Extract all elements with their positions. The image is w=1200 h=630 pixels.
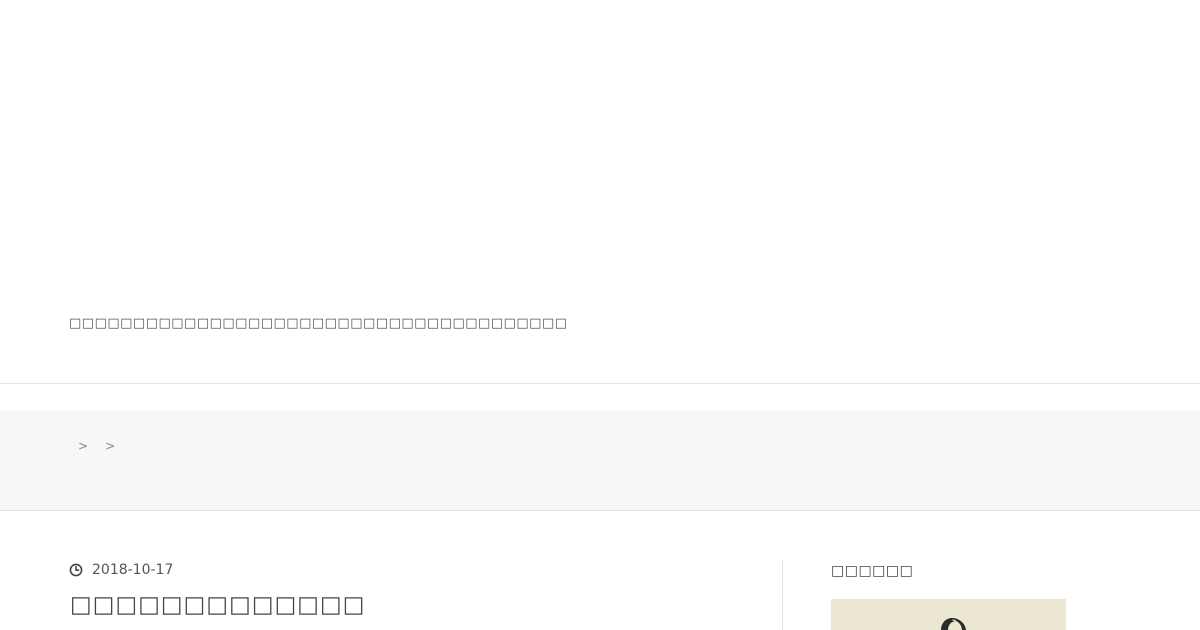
breadcrumb-separator: > — [105, 439, 116, 453]
post-title: □□□□□□□□□□□□□ — [70, 592, 366, 618]
breadcrumb-separator: > — [78, 439, 89, 453]
sidebar-widget-title: □□□□□□ — [831, 563, 914, 579]
profile-image — [831, 599, 1066, 630]
breadcrumb: > > — [78, 438, 115, 454]
site-description: □□□□□□□□□□□□□□□□□□□□□□□□□□□□□□□□□□□□□□□ — [69, 316, 568, 331]
sidebar-divider — [782, 559, 783, 630]
post-date: 2018-10-17 — [92, 562, 174, 578]
clock-icon — [69, 563, 83, 577]
breadcrumb-bar: > > — [0, 411, 1200, 511]
header-divider — [0, 383, 1200, 384]
post-meta: 2018-10-17 — [69, 561, 173, 579]
